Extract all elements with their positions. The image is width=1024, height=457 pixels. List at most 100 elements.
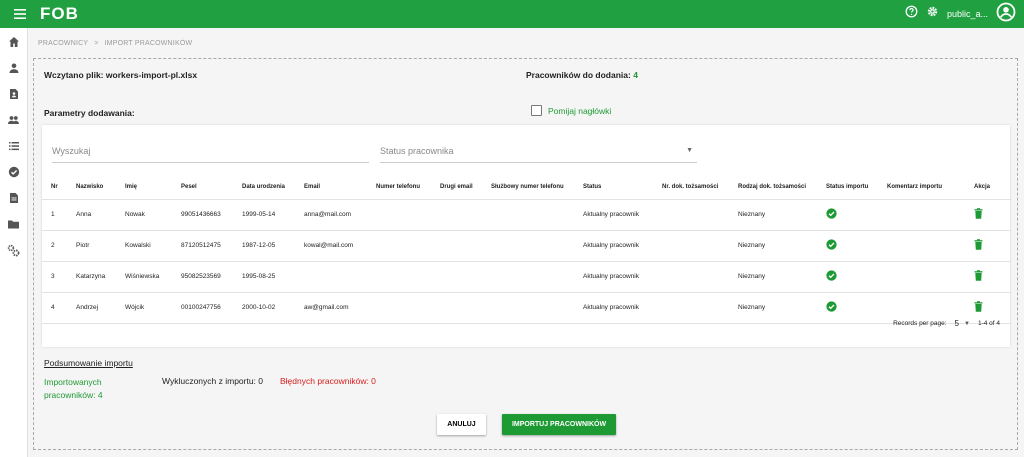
- col-header-status-importu[interactable]: Status importu: [826, 175, 887, 200]
- import-ok-icon: [826, 270, 837, 281]
- cell-nr: 4: [42, 292, 76, 324]
- to-add-info: Pracowników do dodania: 4: [526, 70, 638, 80]
- imported-count: Importowanych pracowników: 4: [44, 377, 103, 400]
- skip-headers-checkbox[interactable]: [531, 105, 542, 116]
- col-header-drugi-email[interactable]: Drugi email: [440, 175, 491, 200]
- cell-nazwisko: Piotr: [76, 230, 125, 262]
- group-icon[interactable]: [6, 112, 22, 128]
- delete-icon[interactable]: [974, 208, 983, 219]
- col-header-data-urodzenia[interactable]: Data urodzenia: [242, 175, 304, 200]
- import-ok-icon: [826, 208, 837, 219]
- workers-table-card: Status pracownika ▼ Nr Nazwisko Imię Pes…: [42, 125, 1011, 347]
- delete-icon[interactable]: [974, 270, 983, 281]
- cell-email: [304, 261, 376, 293]
- breadcrumb-parent-link[interactable]: PRACOWNICY: [38, 40, 88, 47]
- cell-email: anna@mail.com: [304, 199, 376, 231]
- cell-drugi-email: [440, 261, 491, 293]
- import-workers-button[interactable]: IMPORTUJ PRACOWNIKÓW: [502, 414, 616, 435]
- pagination: Records per page: 5 ▼ 1-4 of 4: [893, 319, 1000, 328]
- col-header-nr[interactable]: Nr: [42, 175, 76, 200]
- col-header-email[interactable]: Email: [304, 175, 376, 200]
- cell-nazwisko: Andrzej: [76, 292, 125, 324]
- menu-icon[interactable]: [10, 8, 30, 20]
- top-app-bar: FOB public_a...: [0, 0, 1024, 28]
- to-add-count: 4: [633, 70, 638, 80]
- check-circle-icon[interactable]: [6, 164, 22, 180]
- cell-nazwisko: Katarzyna: [76, 261, 125, 293]
- cell-drugi-email: [440, 199, 491, 231]
- cell-data-urodzenia: 1987-12-05: [242, 230, 304, 262]
- loaded-file-info: Wczytano plik: workers-import-pl.xlsx: [44, 70, 197, 80]
- account-avatar-icon[interactable]: [996, 2, 1016, 27]
- person-document-icon[interactable]: [6, 86, 22, 102]
- cell-imie: Wiśniewska: [125, 261, 181, 293]
- cell-imie: Kowalski: [125, 230, 181, 262]
- cell-telefon: [376, 230, 440, 262]
- col-header-nazwisko[interactable]: Nazwisko: [76, 175, 125, 200]
- col-header-komentarz[interactable]: Komentarz importu: [887, 175, 974, 200]
- cell-status: Aktualny pracownik: [583, 261, 662, 293]
- cell-rodzaj-dok: Nieznany: [738, 230, 826, 262]
- dropdown-arrow-icon: ▼: [686, 147, 693, 154]
- pagination-range: 1-4 of 4: [977, 320, 1000, 327]
- cell-nr-dok: [662, 261, 738, 293]
- cancel-button[interactable]: ANULUJ: [437, 414, 486, 435]
- settings-cogs-icon[interactable]: [6, 242, 22, 258]
- workers-table: Nr Nazwisko Imię Pesel Data urodzenia Em…: [42, 175, 1011, 324]
- col-header-rodzaj-dok[interactable]: Rodzaj dok. tożsamości: [738, 175, 826, 200]
- home-icon[interactable]: [6, 34, 22, 50]
- cell-komentarz: [887, 261, 974, 293]
- cell-sluzbowy-telefon: [491, 199, 583, 231]
- cell-status: Aktualny pracownik: [583, 292, 662, 324]
- breadcrumb-current: IMPORT PRACOWNIKÓW: [104, 40, 193, 47]
- page-size-dropdown-icon: ▼: [964, 320, 970, 327]
- settings-gear-icon[interactable]: [926, 5, 939, 23]
- cell-pesel: 95082523569: [181, 261, 242, 293]
- person-icon[interactable]: [6, 60, 22, 76]
- cell-email: aw@gmail.com: [304, 292, 376, 324]
- error-count: Błędnych pracowników: 0: [280, 376, 376, 386]
- cell-rodzaj-dok: Nieznany: [738, 199, 826, 231]
- cell-nr: 1: [42, 199, 76, 231]
- cell-nr-dok: [662, 230, 738, 262]
- col-header-numer-telefonu[interactable]: Numer telefonu: [376, 175, 440, 200]
- col-header-imie[interactable]: Imię: [125, 175, 181, 200]
- table-row: 4 Andrzej Wójcik 00100247756 2000-10-02 …: [42, 292, 1011, 324]
- username-label[interactable]: public_a...: [947, 9, 988, 19]
- cell-status-importu: [826, 292, 887, 324]
- document-icon[interactable]: [6, 190, 22, 206]
- status-filter-placeholder: Status pracownika: [380, 145, 454, 156]
- cell-imie: Nowak: [125, 199, 181, 231]
- cell-drugi-email: [440, 230, 491, 262]
- status-filter-select[interactable]: Status pracownika ▼: [380, 139, 697, 163]
- skip-headers-option[interactable]: Pomijaj nagłówki: [531, 105, 611, 116]
- page-size-select[interactable]: 5 ▼: [955, 319, 970, 328]
- excluded-count: Wykluczonych z importu: 0: [162, 376, 264, 386]
- cell-pesel: 87120512475: [181, 230, 242, 262]
- table-row: 2 Piotr Kowalski 87120512475 1987-12-05 …: [42, 230, 1011, 262]
- cell-data-urodzenia: 2000-10-02: [242, 292, 304, 324]
- cell-pesel: 99051436663: [181, 199, 242, 231]
- folder-icon[interactable]: [6, 216, 22, 232]
- cell-status: Aktualny pracownik: [583, 230, 662, 262]
- cell-drugi-email: [440, 292, 491, 324]
- help-icon[interactable]: [905, 5, 918, 23]
- col-header-status[interactable]: Status: [583, 175, 662, 200]
- cell-email: kowal@mail.com: [304, 230, 376, 262]
- table-row: 3 Katarzyna Wiśniewska 95082523569 1995-…: [42, 261, 1011, 293]
- cell-sluzbowy-telefon: [491, 261, 583, 293]
- search-input[interactable]: [52, 139, 369, 162]
- list-icon[interactable]: [6, 138, 22, 154]
- col-header-pesel[interactable]: Pesel: [181, 175, 242, 200]
- cell-telefon: [376, 292, 440, 324]
- delete-icon[interactable]: [974, 239, 983, 250]
- cell-imie: Wójcik: [125, 292, 181, 324]
- app-logo[interactable]: FOB: [40, 4, 79, 24]
- cell-telefon: [376, 199, 440, 231]
- cell-telefon: [376, 261, 440, 293]
- col-header-sluzbowy-telefon[interactable]: Służbowy numer telefonu: [491, 175, 583, 200]
- delete-icon[interactable]: [974, 301, 983, 312]
- loaded-file-name: workers-import-pl.xlsx: [105, 70, 198, 80]
- col-header-nr-dok[interactable]: Nr. dok. tożsamości: [662, 175, 738, 200]
- search-field[interactable]: [52, 139, 369, 163]
